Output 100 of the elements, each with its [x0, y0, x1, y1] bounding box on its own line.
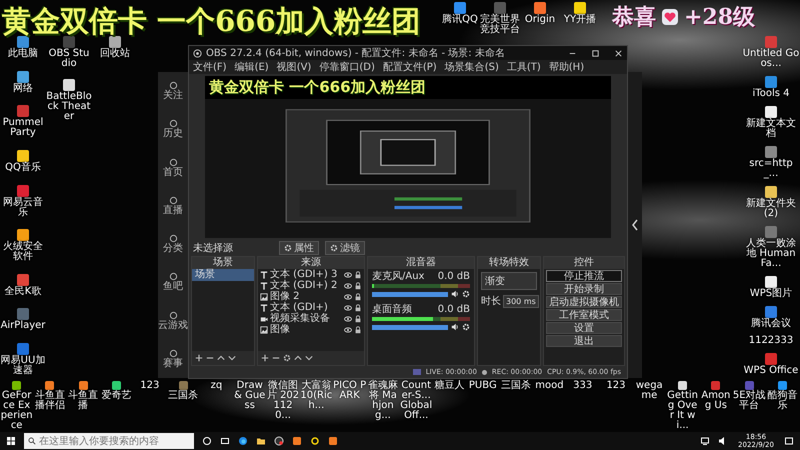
lock-icon[interactable] — [354, 292, 362, 300]
desktop-shortcut[interactable]: Counter-S... Global Off... — [400, 381, 433, 431]
sidebar-item[interactable]: 直播 — [158, 196, 188, 216]
control-button[interactable]: 停止推流 — [546, 270, 622, 282]
app-icon[interactable] — [292, 436, 302, 446]
sidebar-item[interactable]: 分类 — [158, 234, 188, 254]
control-button[interactable]: 退出 — [546, 335, 622, 347]
recorder-icon[interactable] — [274, 436, 284, 446]
gear-icon[interactable] — [462, 323, 470, 331]
desktop-shortcut[interactable]: 网易UU加速器 — [0, 343, 46, 376]
menu-item[interactable]: 编辑(E) — [234, 60, 269, 74]
lock-icon[interactable] — [354, 314, 362, 322]
sidebar-item[interactable]: 赛事 — [158, 348, 188, 369]
task-view-icon[interactable] — [220, 436, 230, 446]
desktop-shortcut[interactable]: Origin — [520, 2, 560, 35]
close-icon[interactable] — [614, 48, 623, 58]
desktop-shortcut[interactable]: 5E对战平台 — [732, 381, 766, 431]
desktop-shortcut[interactable]: 三国杀 — [499, 381, 533, 431]
source-item[interactable]: 视频采集设备 — [270, 313, 342, 324]
move-down-icon[interactable] — [228, 354, 236, 362]
menu-item[interactable]: 场景集合(S) — [444, 60, 499, 74]
move-up-icon[interactable] — [294, 354, 302, 362]
desktop-shortcut[interactable]: 123 — [133, 381, 166, 431]
sidebar-item[interactable]: 云游戏 — [158, 310, 188, 331]
desktop-shortcut[interactable]: 腾讯QQ — [440, 2, 480, 35]
desktop-shortcut[interactable]: 腾讯会议 — [742, 306, 800, 329]
lock-icon[interactable] — [354, 304, 362, 312]
desktop-shortcut[interactable]: AirPlayer — [0, 308, 46, 332]
desktop-shortcut[interactable]: 完美世界竞技平台 — [480, 2, 520, 35]
desktop-shortcut[interactable]: zq — [200, 381, 234, 431]
desktop-shortcut[interactable]: 123 — [599, 381, 633, 431]
desktop-shortcut[interactable]: 全民K歌 — [0, 274, 46, 297]
desktop-shortcut[interactable]: Getting Over It wi... — [666, 381, 700, 431]
eye-icon[interactable] — [344, 282, 352, 290]
scene-item[interactable]: 场景 — [192, 269, 254, 281]
sidebar-item[interactable]: 鱼吧 — [158, 272, 188, 292]
speaker-icon[interactable] — [451, 290, 459, 298]
lock-icon[interactable] — [354, 270, 362, 278]
volume-slider[interactable] — [372, 324, 448, 330]
desktop-shortcut[interactable]: 新建文本文档 — [742, 106, 800, 139]
eye-icon[interactable] — [344, 304, 352, 312]
desktop-shortcut[interactable]: Draw & Guess — [233, 381, 266, 431]
lock-icon[interactable] — [354, 326, 362, 334]
desktop-shortcut[interactable]: 斗鱼直播伴侣 — [33, 381, 67, 431]
source-item[interactable]: 文本 (GDI+) — [270, 302, 342, 313]
move-down-icon[interactable] — [305, 354, 313, 362]
desktop-shortcut[interactable]: 雀魂麻将 Mahjong... — [366, 381, 400, 431]
control-button[interactable]: 工作室模式 — [546, 309, 622, 321]
menu-item[interactable]: 停靠窗口(D) — [319, 60, 375, 74]
source-item[interactable]: 图像 — [270, 324, 342, 335]
desktop-shortcut[interactable]: BattleBlock Theater — [46, 79, 92, 122]
cortana-icon[interactable] — [202, 436, 212, 446]
eye-icon[interactable] — [344, 326, 352, 334]
sidebar-item[interactable]: 历史 — [158, 119, 188, 140]
windows-start-icon[interactable] — [6, 436, 16, 446]
lock-icon[interactable] — [354, 282, 362, 290]
folder-icon[interactable] — [256, 436, 266, 446]
desktop-shortcut[interactable]: wegame — [632, 381, 666, 431]
desktop-shortcut[interactable]: QQ音乐 — [0, 150, 46, 173]
desktop-shortcut[interactable]: PUBG — [466, 381, 500, 431]
ring-icon[interactable] — [310, 436, 320, 446]
desktop-shortcut[interactable]: 糖豆人 — [432, 381, 466, 431]
maximize-icon[interactable] — [591, 48, 600, 58]
menu-item[interactable]: 文件(F) — [193, 60, 227, 74]
move-up-icon[interactable] — [217, 354, 225, 362]
desktop-shortcut[interactable]: 斗鱼直播 — [66, 381, 100, 431]
menu-item[interactable]: 视图(V) — [276, 60, 312, 74]
desktop-shortcut[interactable]: 酷狗音乐 — [766, 381, 800, 431]
desktop-shortcut[interactable]: 微信图片 2021120... — [266, 381, 300, 431]
desktop-shortcut[interactable]: GeForce Experience — [0, 381, 34, 431]
control-button[interactable]: 开始录制 — [546, 283, 622, 295]
desktop-shortcut[interactable]: YY开播 — [560, 2, 600, 35]
source-item[interactable]: 图像 2 — [270, 291, 342, 302]
gear-icon[interactable] — [462, 290, 470, 298]
volume-slider[interactable] — [372, 292, 448, 296]
app-icon[interactable] — [328, 436, 338, 446]
source-toolbar-button[interactable]: 属性 — [279, 241, 319, 255]
desktop-shortcut[interactable]: 火绒安全软件 — [0, 229, 46, 262]
notification-icon[interactable] — [784, 436, 794, 446]
desktop-shortcut[interactable]: 人类一败涂地 Human Fa... — [742, 226, 800, 269]
add-icon[interactable] — [195, 354, 203, 362]
eye-icon[interactable] — [344, 292, 352, 300]
desktop-shortcut[interactable]: 网易云音乐 — [0, 184, 46, 218]
control-button[interactable]: 启动虚拟摄像机 — [546, 296, 622, 308]
control-button[interactable]: 设置 — [546, 322, 622, 334]
transition-dropdown[interactable]: 渐变 — [481, 272, 537, 290]
desktop-shortcut[interactable]: 网络 — [0, 70, 46, 94]
menu-item[interactable]: 帮助(H) — [548, 60, 584, 74]
speaker-icon[interactable] — [451, 323, 459, 331]
network-icon[interactable] — [700, 436, 710, 446]
eye-icon[interactable] — [344, 270, 352, 278]
source-item[interactable]: 文本 (GDI+) 3 — [270, 269, 342, 280]
source-item[interactable]: 文本 (GDI+) 2 — [270, 280, 342, 291]
desktop-shortcut[interactable]: 新建文件夹 (2) — [742, 186, 800, 219]
desktop-shortcut[interactable]: WPS图片 — [742, 276, 800, 299]
gear-icon[interactable] — [283, 354, 291, 362]
desktop-shortcut[interactable]: mood — [532, 381, 566, 431]
desktop-shortcut[interactable]: 三国杀 — [166, 381, 200, 431]
menu-item[interactable]: 配置文件(P) — [382, 60, 437, 74]
desktop-shortcut[interactable]: iTools 4 — [742, 76, 800, 99]
